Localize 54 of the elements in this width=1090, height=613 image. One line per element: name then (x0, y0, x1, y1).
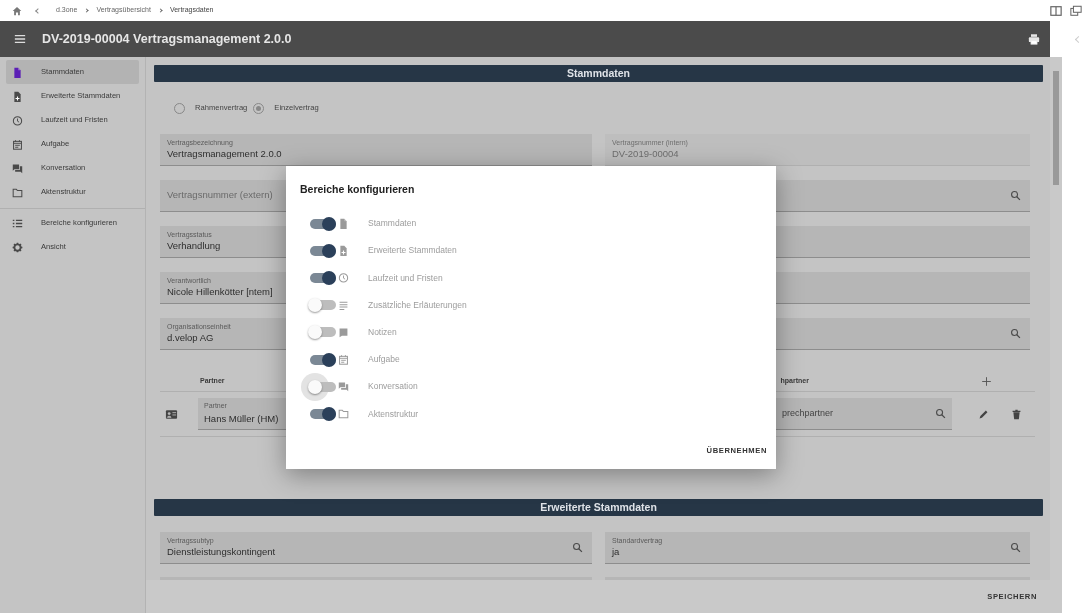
search-icon[interactable] (1010, 542, 1021, 553)
dialog-title: Bereiche konfigurieren (300, 182, 416, 197)
search-icon[interactable] (572, 542, 583, 553)
contact-card-icon (165, 407, 178, 421)
toggle-label: Zusätzliche Erläuterungen (368, 298, 467, 312)
scrollbar-thumb[interactable] (1053, 71, 1059, 185)
field-placeholder: prechpartner (782, 406, 834, 420)
toggle-label: Erweiterte Stammdaten (368, 244, 457, 258)
add-icon[interactable] (980, 376, 992, 387)
file-icon (12, 66, 23, 78)
calendar-icon (12, 138, 23, 150)
page-title: DV-2019-00004 Vertragsmanagement 2.0.0 (42, 30, 292, 48)
calendar-icon (338, 354, 349, 366)
folder-icon (12, 186, 23, 198)
text-lines-icon (338, 299, 349, 311)
field-value: DV-2019-00004 (612, 147, 679, 160)
menu-icon[interactable] (14, 33, 26, 45)
home-icon[interactable] (12, 5, 22, 16)
search-icon[interactable] (1010, 328, 1021, 339)
toggle-label: Aufgabe (368, 353, 400, 366)
folder-icon (338, 408, 349, 420)
field-value: Dienstleistungskontingent (167, 545, 276, 558)
search-icon[interactable] (1010, 190, 1021, 201)
windows-icon[interactable] (1070, 4, 1082, 17)
field-placeholder: Vertragsnummer (extern) (167, 188, 273, 203)
columns-icon[interactable] (1050, 4, 1062, 17)
field-value: Vertragsmanagement 2.0.0 (167, 147, 282, 160)
field-value: Hans Müller (HM) (204, 411, 279, 426)
toggle-label: Laufzeit und Fristen (368, 271, 443, 285)
settings-icon (12, 241, 23, 253)
field-value: Nicole Hillenkötter [ntem] (167, 285, 273, 298)
list-icon (12, 217, 23, 229)
pencil-icon[interactable] (978, 408, 989, 420)
chat-icon (12, 162, 23, 174)
field-value: d.velop AG (167, 331, 214, 344)
trash-icon[interactable] (1011, 408, 1022, 420)
toggle-label: Aktenstruktur (368, 407, 419, 421)
field-value: ja (612, 545, 620, 558)
toggle-label: Stammdaten (368, 217, 417, 230)
clock-icon (12, 114, 23, 126)
scrollbar[interactable] (1050, 57, 1062, 613)
print-icon[interactable] (1028, 33, 1040, 45)
section-header: Stammdaten (154, 65, 1043, 82)
file-icon (338, 218, 349, 230)
search-icon[interactable] (935, 408, 946, 419)
field-value: Verhandlung (167, 239, 221, 252)
toggle-label: Notizen (368, 325, 397, 339)
note-icon (338, 326, 349, 338)
file-plus-icon (12, 90, 23, 102)
clock-icon (338, 272, 349, 284)
file-plus-icon (338, 245, 349, 257)
chat-icon (338, 381, 349, 393)
section-header: Erweiterte Stammdaten (154, 499, 1043, 516)
toggle-label: Konversation (368, 380, 418, 394)
